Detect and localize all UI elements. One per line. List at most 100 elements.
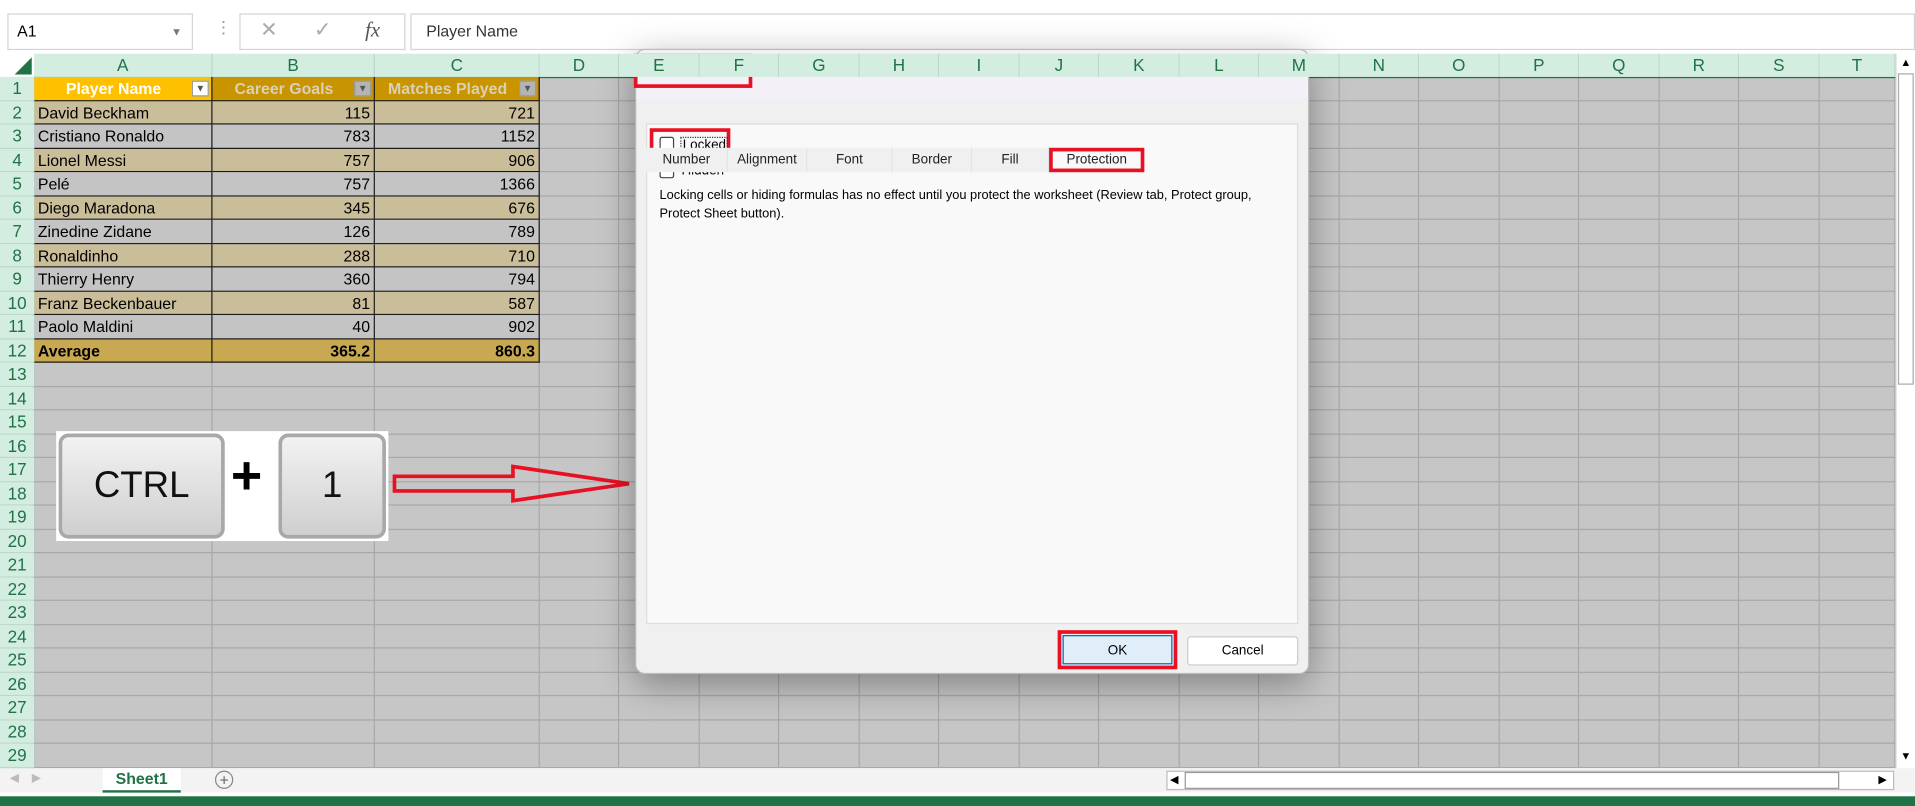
row-header-21[interactable]: 21 — [0, 553, 35, 578]
data-row-cell[interactable]: 40 — [212, 315, 375, 339]
select-all-button[interactable] — [0, 53, 35, 77]
data-row-cell[interactable]: Franz Beckenbauer — [34, 291, 213, 316]
header-cell[interactable]: Player Name — [34, 76, 213, 101]
data-row-cell[interactable]: 789 — [374, 219, 540, 244]
data-row-cell[interactable]: Thierry Henry — [34, 267, 213, 292]
data-row-cell[interactable]: 902 — [374, 315, 540, 339]
average-row-cell[interactable]: Average — [34, 338, 213, 363]
average-row-cell[interactable]: 860.3 — [374, 338, 540, 363]
data-row-cell[interactable]: 906 — [374, 148, 540, 173]
data-row-cell[interactable]: Lionel Messi — [34, 148, 213, 173]
ok-button[interactable]: OK — [1062, 635, 1173, 665]
column-header-p[interactable]: P — [1499, 53, 1580, 77]
data-row-cell[interactable]: 757 — [212, 172, 375, 197]
data-row-cell[interactable]: 794 — [374, 267, 540, 292]
column-header-o[interactable]: O — [1419, 53, 1500, 77]
row-header-17[interactable]: 17 — [0, 457, 35, 482]
row-header-9[interactable]: 9 — [0, 267, 35, 292]
name-box[interactable]: A1 ▼ — [7, 13, 193, 51]
data-row-cell[interactable]: David Beckham — [34, 100, 213, 125]
column-header-q[interactable]: Q — [1579, 53, 1660, 77]
row-header-19[interactable]: 19 — [0, 505, 35, 530]
vertical-scroll-thumb[interactable] — [1897, 73, 1914, 385]
column-header-d[interactable]: D — [539, 53, 620, 77]
column-header-h[interactable]: H — [859, 53, 940, 77]
row-header-24[interactable]: 24 — [0, 624, 35, 649]
tab-number[interactable]: Number — [646, 147, 728, 173]
row-header-10[interactable]: 10 — [0, 291, 35, 316]
column-header-c[interactable]: C — [374, 53, 540, 77]
column-header-t[interactable]: T — [1819, 53, 1896, 77]
row-header-4[interactable]: 4 — [0, 148, 35, 173]
data-row-cell[interactable]: 126 — [212, 219, 375, 244]
data-row-cell[interactable]: 757 — [212, 148, 375, 173]
row-header-2[interactable]: 2 — [0, 100, 35, 125]
tab-alignment[interactable]: Alignment — [727, 147, 808, 173]
row-header-16[interactable]: 16 — [0, 434, 35, 458]
data-row-cell[interactable]: Pelé — [34, 172, 213, 197]
data-row-cell[interactable]: Zinedine Zidane — [34, 219, 213, 244]
scroll-down-icon[interactable]: ▼ — [1900, 750, 1911, 762]
cancel-icon[interactable]: ✕ — [260, 18, 277, 42]
data-row-cell[interactable]: 1152 — [374, 124, 540, 149]
scroll-up-icon[interactable]: ▲ — [1900, 56, 1911, 68]
tab-fill[interactable]: Fill — [972, 147, 1050, 173]
next-sheet-icon[interactable]: ▶ — [32, 772, 41, 785]
column-header-k[interactable]: K — [1099, 53, 1180, 77]
row-header-11[interactable]: 11 — [0, 315, 35, 339]
row-header-27[interactable]: 27 — [0, 696, 35, 720]
row-header-7[interactable]: 7 — [0, 219, 35, 244]
row-header-13[interactable]: 13 — [0, 362, 35, 387]
row-header-18[interactable]: 18 — [0, 481, 35, 506]
enter-icon[interactable]: ✓ — [314, 18, 331, 42]
row-header-5[interactable]: 5 — [0, 172, 35, 197]
data-row-cell[interactable]: Ronaldinho — [34, 243, 213, 268]
sheet-tab-sheet1[interactable]: Sheet1 — [102, 768, 181, 793]
row-header-14[interactable]: 14 — [0, 386, 35, 411]
header-cell[interactable]: Career Goals — [212, 76, 375, 101]
cancel-button[interactable]: Cancel — [1187, 636, 1299, 666]
horizontal-scrollbar[interactable]: ◀ ▶ — [1166, 770, 1895, 791]
row-header-12[interactable]: 12 — [0, 338, 35, 363]
data-row-cell[interactable]: Diego Maradona — [34, 196, 213, 220]
row-header-8[interactable]: 8 — [0, 243, 35, 268]
row-header-3[interactable]: 3 — [0, 124, 35, 149]
column-header-n[interactable]: N — [1339, 53, 1420, 77]
data-row-cell[interactable]: 288 — [212, 243, 375, 268]
row-header-25[interactable]: 25 — [0, 648, 35, 673]
column-header-i[interactable]: I — [939, 53, 1020, 77]
column-header-s[interactable]: S — [1739, 53, 1820, 77]
data-row-cell[interactable]: 676 — [374, 196, 540, 220]
header-cell[interactable]: Matches Played — [374, 76, 540, 101]
prev-sheet-icon[interactable]: ◀ — [10, 772, 19, 785]
scroll-right-icon[interactable]: ▶ — [1878, 773, 1886, 786]
row-header-29[interactable]: 29 — [0, 743, 35, 768]
row-header-23[interactable]: 23 — [0, 600, 35, 625]
data-row-cell[interactable]: Cristiano Ronaldo — [34, 124, 213, 149]
fx-icon[interactable]: fx — [365, 18, 380, 42]
horizontal-scroll-thumb[interactable] — [1184, 771, 1840, 789]
data-row-cell[interactable]: 710 — [374, 243, 540, 268]
chevron-down-icon[interactable]: ▼ — [171, 26, 182, 38]
row-header-15[interactable]: 15 — [0, 410, 35, 435]
row-header-26[interactable]: 26 — [0, 672, 35, 697]
tab-protection[interactable]: Protection — [1049, 147, 1145, 173]
data-row-cell[interactable]: 345 — [212, 196, 375, 220]
scroll-left-icon[interactable]: ◀ — [1170, 773, 1178, 786]
column-header-j[interactable]: J — [1019, 53, 1100, 77]
vertical-scrollbar[interactable]: ▲ ▼ — [1895, 53, 1915, 769]
column-header-b[interactable]: B — [212, 53, 375, 77]
formula-input[interactable]: Player Name — [410, 13, 1915, 51]
filter-dropdown-button[interactable]: ▼ — [191, 80, 209, 97]
data-row-cell[interactable]: 587 — [374, 291, 540, 316]
data-row-cell[interactable]: 81 — [212, 291, 375, 316]
data-row-cell[interactable]: 1366 — [374, 172, 540, 197]
data-row-cell[interactable]: Paolo Maldini — [34, 315, 213, 339]
column-header-f[interactable]: F — [699, 53, 780, 77]
column-header-r[interactable]: R — [1659, 53, 1740, 77]
column-header-m[interactable]: M — [1259, 53, 1340, 77]
column-header-l[interactable]: L — [1179, 53, 1260, 77]
drag-handle-icon[interactable]: ⋮ — [215, 17, 232, 38]
data-row-cell[interactable]: 115 — [212, 100, 375, 125]
tab-font[interactable]: Font — [807, 147, 893, 173]
